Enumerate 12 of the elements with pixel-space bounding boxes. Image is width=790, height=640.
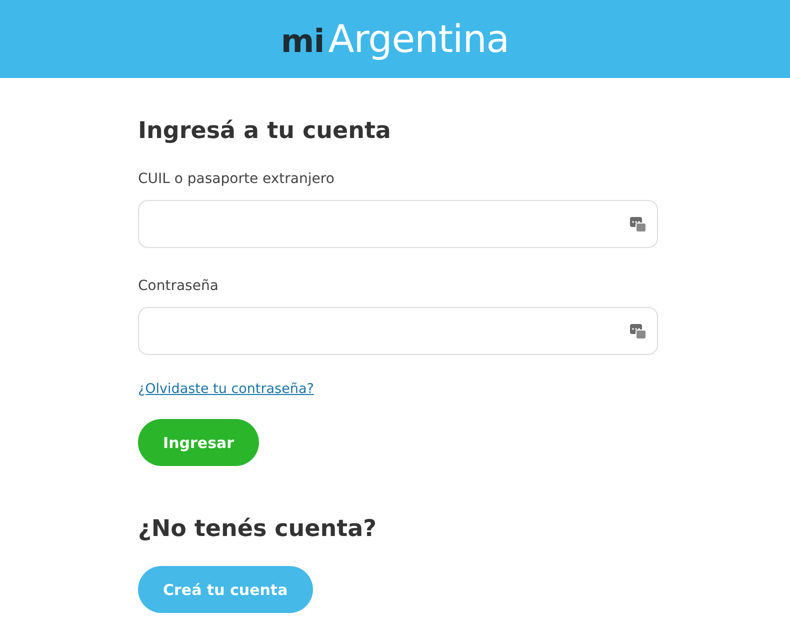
field-label: Contraseña xyxy=(138,278,220,294)
login-button[interactable]: Ingresar xyxy=(138,419,260,466)
password-manager-icon[interactable] xyxy=(629,215,647,233)
form-title: Ingresá a tu cuenta xyxy=(138,118,392,144)
input-field[interactable] xyxy=(138,307,658,355)
input-field[interactable] xyxy=(138,200,658,248)
create-account-button[interactable]: Creá tu cuenta xyxy=(138,566,313,613)
field-label: CUIL o pasaporte extranjero xyxy=(138,171,336,187)
forgot-password-link[interactable]: ¿Olvidaste tu contraseña? xyxy=(138,381,314,397)
password-manager-icon[interactable] xyxy=(629,322,647,340)
section-title: ¿No tenés cuenta? xyxy=(138,516,378,542)
logo: mi Argentina xyxy=(280,17,510,61)
